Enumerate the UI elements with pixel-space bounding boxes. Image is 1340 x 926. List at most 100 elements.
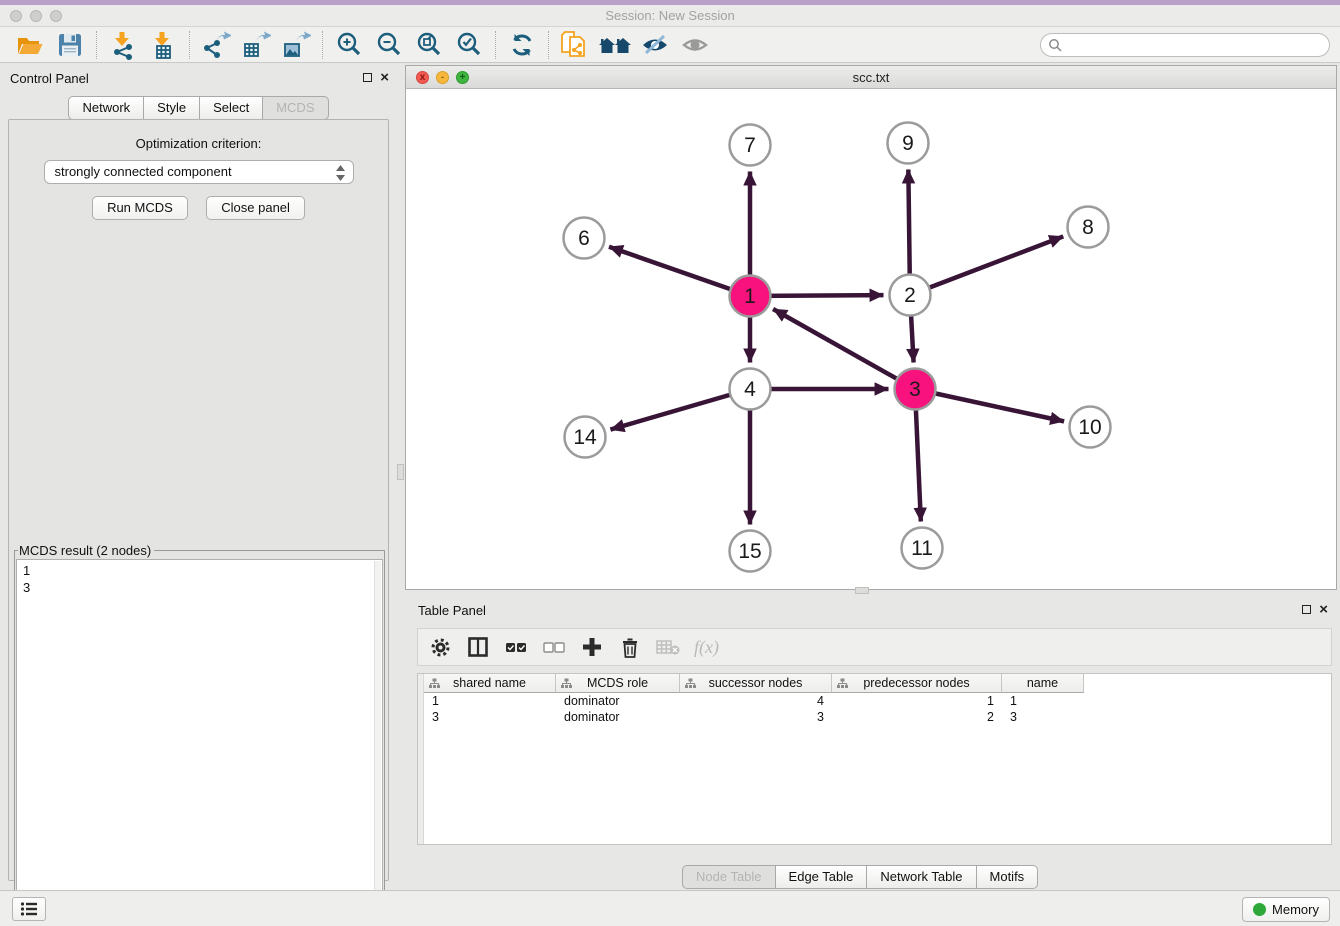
table-cell[interactable]: 1 (1002, 693, 1084, 709)
search-input[interactable] (1040, 33, 1330, 57)
column-header-successor-nodes[interactable]: successor nodes (680, 674, 832, 693)
export-table-icon[interactable] (236, 29, 276, 61)
horizontal-splitter-handle[interactable] (855, 587, 869, 594)
table-cell[interactable]: 4 (680, 693, 832, 709)
graph-node-3[interactable]: 3 (895, 369, 936, 410)
node-table[interactable]: shared nameMCDS rolesuccessor nodes prede… (417, 673, 1332, 845)
tab-node-table[interactable]: Node Table (682, 865, 776, 889)
table-cell[interactable]: 3 (1002, 709, 1084, 725)
column-header-predecessor-nodes[interactable]: predecessor nodes (832, 674, 1002, 693)
tab-motifs[interactable]: Motifs (977, 865, 1039, 889)
tab-mcds[interactable]: MCDS (263, 96, 328, 120)
graph-node-11[interactable]: 11 (902, 528, 943, 569)
deselect-all-icon[interactable] (542, 635, 566, 659)
toolbar-separator (189, 31, 190, 59)
vertical-splitter-handle[interactable] (397, 464, 404, 480)
graph-node-14[interactable]: 14 (565, 417, 606, 458)
show-eye-icon[interactable] (675, 29, 715, 61)
table-panel-close-icon[interactable]: × (1319, 604, 1328, 615)
network-view-window: x - + scc.txt 7 9 6 8 1 2 4 3 14 10 15 11 (405, 65, 1337, 590)
control-panel-close-icon[interactable]: × (380, 72, 389, 83)
result-scrollbar[interactable] (374, 561, 381, 908)
node-label-7: 7 (744, 134, 756, 157)
graph-node-1[interactable]: 1 (730, 276, 771, 317)
network-document-icon[interactable] (555, 29, 595, 61)
column-header-label: predecessor nodes (863, 676, 969, 690)
table-cell[interactable]: dominator (556, 709, 680, 725)
control-panel-tabs: NetworkStyleSelectMCDS (0, 96, 397, 120)
edge-3-to-10[interactable] (915, 389, 1064, 421)
zoom-out-icon[interactable] (369, 29, 409, 61)
attribute-tree-icon (429, 678, 440, 689)
network-graph[interactable]: 7 9 6 8 1 2 4 3 14 10 15 11 (406, 89, 1336, 589)
table-cell[interactable]: 1 (424, 693, 556, 709)
node-label-4: 4 (744, 378, 756, 401)
export-image-icon[interactable] (276, 29, 316, 61)
table-panel-header: Table Panel × (405, 595, 1340, 625)
application-window: Session: New Session (0, 0, 1340, 926)
column-header-name[interactable]: name (1002, 674, 1084, 693)
search-icon (1048, 38, 1063, 53)
task-history-button[interactable] (12, 897, 46, 921)
toolbar-separator (495, 31, 496, 59)
tab-network[interactable]: Network (68, 96, 144, 120)
save-session-icon[interactable] (50, 29, 90, 61)
column-header-label: name (1027, 676, 1058, 690)
tab-edge-table[interactable]: Edge Table (776, 865, 868, 889)
table-toolbar: f(x) (417, 628, 1332, 666)
hide-eye-icon[interactable] (635, 29, 675, 61)
edge-2-to-8[interactable] (910, 236, 1063, 295)
table-cell[interactable]: 1 (832, 693, 1002, 709)
select-all-icon[interactable] (504, 635, 528, 659)
table-cell[interactable]: 3 (680, 709, 832, 725)
table-row[interactable]: 1dominator411 (424, 693, 1084, 709)
refresh-icon[interactable] (502, 29, 542, 61)
tab-select[interactable]: Select (200, 96, 263, 120)
zoom-selected-icon[interactable] (449, 29, 489, 61)
memory-label: Memory (1272, 902, 1319, 917)
zoom-fit-icon[interactable] (409, 29, 449, 61)
network-window-titlebar[interactable]: x - + scc.txt (406, 66, 1336, 89)
homes-icon[interactable] (595, 29, 635, 61)
select-stepper-icon (335, 164, 346, 182)
control-panel-title: Control Panel (10, 71, 89, 86)
graph-node-10[interactable]: 10 (1070, 407, 1111, 448)
graph-node-4[interactable]: 4 (730, 369, 771, 410)
function-builder-icon: f(x) (694, 637, 719, 658)
network-canvas[interactable]: 7 9 6 8 1 2 4 3 14 10 15 11 (406, 89, 1336, 589)
table-cell[interactable]: dominator (556, 693, 680, 709)
export-network-icon[interactable] (196, 29, 236, 61)
table-row[interactable]: 3dominator323 (424, 709, 1084, 725)
edge-4-to-14[interactable] (610, 389, 750, 430)
graph-node-8[interactable]: 8 (1068, 207, 1109, 248)
table-panel-maximize-icon[interactable] (1302, 605, 1311, 614)
show-columns-icon[interactable] (466, 635, 490, 659)
import-table-icon[interactable] (143, 29, 183, 61)
graph-node-2[interactable]: 2 (890, 275, 931, 316)
run-mcds-button[interactable]: Run MCDS (92, 196, 188, 220)
zoom-in-icon[interactable] (329, 29, 369, 61)
close-panel-button[interactable]: Close panel (206, 196, 305, 220)
graph-node-7[interactable]: 7 (730, 125, 771, 166)
graph-node-15[interactable]: 15 (730, 531, 771, 572)
table-cell[interactable]: 3 (424, 709, 556, 725)
import-network-icon[interactable] (103, 29, 143, 61)
delete-column-trash-icon[interactable] (618, 635, 642, 659)
criterion-select[interactable]: strongly connected component (44, 160, 354, 184)
control-panel-maximize-icon[interactable] (363, 73, 372, 82)
mcds-result-area[interactable]: 1 3 (16, 559, 383, 919)
edge-1-to-6[interactable] (609, 247, 750, 296)
add-column-icon[interactable] (580, 635, 604, 659)
table-settings-gear-icon[interactable] (428, 635, 452, 659)
graph-node-9[interactable]: 9 (888, 123, 929, 164)
table-cell[interactable]: 2 (832, 709, 1002, 725)
memory-button[interactable]: Memory (1242, 897, 1330, 922)
edge-3-to-1[interactable] (773, 309, 915, 389)
column-header-MCDS-role[interactable]: MCDS role (556, 674, 680, 693)
column-header-shared-name[interactable]: shared name (424, 674, 556, 693)
graph-node-6[interactable]: 6 (564, 218, 605, 259)
tab-style[interactable]: Style (144, 96, 200, 120)
tab-network-table[interactable]: Network Table (867, 865, 976, 889)
mcds-tab-content: Optimization criterion: strongly connect… (8, 119, 389, 881)
open-session-icon[interactable] (10, 29, 50, 61)
